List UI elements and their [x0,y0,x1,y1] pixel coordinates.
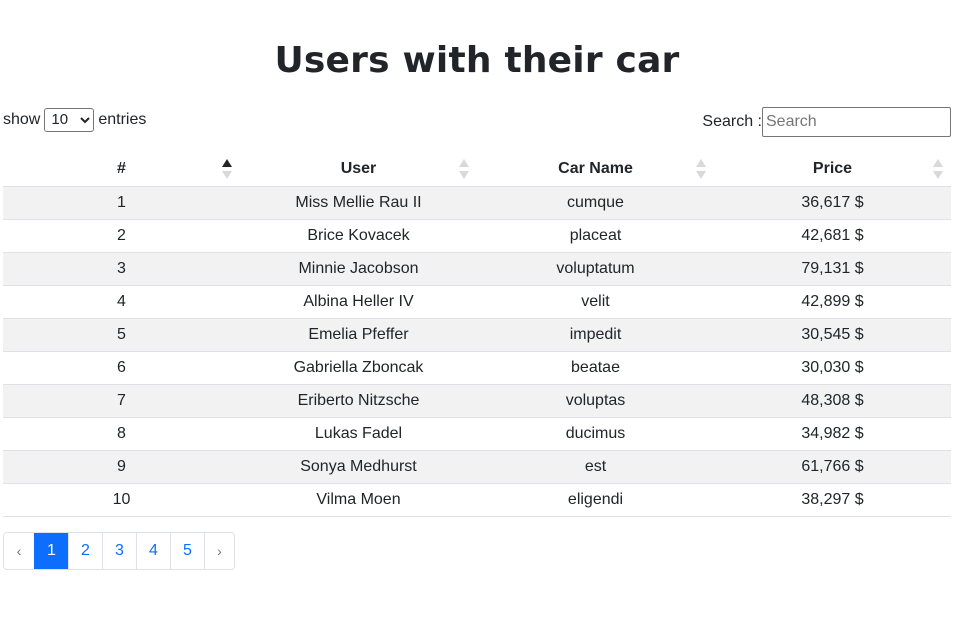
column-header-price[interactable]: Price [714,153,951,187]
cell-price: 30,545 $ [714,318,951,352]
cell-number: 3 [3,252,240,286]
page-button-3[interactable]: 3 [102,533,136,569]
table-row: 7 Eriberto Nitzsche voluptas 48,308 $ [3,384,951,418]
sort-asc-icon [933,159,943,167]
cell-price: 79,131 $ [714,252,951,286]
sort-desc-icon [222,171,232,179]
table-body: 1 Miss Mellie Rau II cumque 36,617 $ 2 Brice… [3,186,951,517]
sort-desc-icon [459,171,469,179]
entries-per-page-select[interactable]: 10 [44,107,95,132]
cell-price: 34,982 $ [714,417,951,451]
sort-arrows-icon [222,159,232,179]
sort-desc-icon [696,171,706,179]
search-input[interactable] [762,107,951,137]
table-row: 8 Lukas Fadel ducimus 34,982 $ [3,417,951,451]
prev-page-button[interactable]: ‹ [4,533,34,569]
cell-car-name: velit [477,285,714,319]
page-button-1[interactable]: 1 [34,533,68,569]
users-cars-table: # User Car Name Price 1 Miss Mellie Rau I… [3,153,951,517]
search-control: Search : [702,107,951,137]
cell-user: Lukas Fadel [240,417,477,451]
sort-arrows-icon [696,159,706,179]
cell-user: Gabriella Zboncak [240,351,477,385]
table-row: 5 Emelia Pfeffer impedit 30,545 $ [3,318,951,352]
cell-user: Brice Kovacek [240,219,477,253]
table-row: 4 Albina Heller IV velit 42,899 $ [3,285,951,319]
cell-car-name: eligendi [477,483,714,517]
page-title: Users with their car [274,40,680,81]
cell-number: 5 [3,318,240,352]
table-row: 3 Minnie Jacobson voluptatum 79,131 $ [3,252,951,286]
cell-price: 42,681 $ [714,219,951,253]
sort-asc-icon [222,159,232,167]
column-header-user[interactable]: User [240,153,477,187]
search-label: Search : [702,113,762,130]
cell-number: 10 [3,483,240,517]
table-row: 10 Vilma Moen eligendi 38,297 $ [3,483,951,517]
cell-car-name: ducimus [477,417,714,451]
cell-price: 48,308 $ [714,384,951,418]
cell-price: 36,617 $ [714,186,951,220]
column-header-label: User [340,160,377,178]
page-button-2[interactable]: 2 [68,533,102,569]
table-row: 2 Brice Kovacek placeat 42,681 $ [3,219,951,253]
pagination: ‹ 1 2 3 4 5 › [3,532,235,570]
column-header-number[interactable]: # [3,153,240,187]
table-row: 9 Sonya Medhurst est 61,766 $ [3,450,951,484]
cell-car-name: placeat [477,219,714,253]
column-header-car-name[interactable]: Car Name [477,153,714,187]
cell-price: 61,766 $ [714,450,951,484]
entries-length-control: show 10 entries [3,107,146,132]
cell-number: 8 [3,417,240,451]
cell-user: Miss Mellie Rau II [240,186,477,220]
length-prefix-label: show [3,110,41,128]
length-suffix-label: entries [98,110,147,128]
cell-number: 9 [3,450,240,484]
cell-user: Vilma Moen [240,483,477,517]
cell-car-name: beatae [477,351,714,385]
cell-price: 30,030 $ [714,351,951,385]
cell-user: Sonya Medhurst [240,450,477,484]
sort-arrows-icon [459,159,469,179]
cell-car-name: voluptatum [477,252,714,286]
next-page-button[interactable]: › [204,533,234,569]
table-row: 1 Miss Mellie Rau II cumque 36,617 $ [3,186,951,220]
table-row: 6 Gabriella Zboncak beatae 30,030 $ [3,351,951,385]
page-button-4[interactable]: 4 [136,533,170,569]
cell-number: 6 [3,351,240,385]
sort-asc-icon [459,159,469,167]
cell-user: Emelia Pfeffer [240,318,477,352]
cell-price: 38,297 $ [714,483,951,517]
sort-desc-icon [933,171,943,179]
sort-arrows-icon [933,159,943,179]
cell-car-name: voluptas [477,384,714,418]
cell-user: Albina Heller IV [240,285,477,319]
column-header-label: Price [812,160,853,178]
column-header-label: Car Name [558,160,633,178]
cell-user: Eriberto Nitzsche [240,384,477,418]
cell-number: 2 [3,219,240,253]
cell-number: 7 [3,384,240,418]
cell-number: 1 [3,186,240,220]
sort-asc-icon [696,159,706,167]
cell-car-name: cumque [477,186,714,220]
page-button-5[interactable]: 5 [170,533,204,569]
cell-user: Minnie Jacobson [240,252,477,286]
cell-car-name: impedit [477,318,714,352]
cell-car-name: est [477,450,714,484]
cell-price: 42,899 $ [714,285,951,319]
column-header-label: # [117,160,126,178]
cell-number: 4 [3,285,240,319]
table-header-row: # User Car Name Price [3,153,951,187]
